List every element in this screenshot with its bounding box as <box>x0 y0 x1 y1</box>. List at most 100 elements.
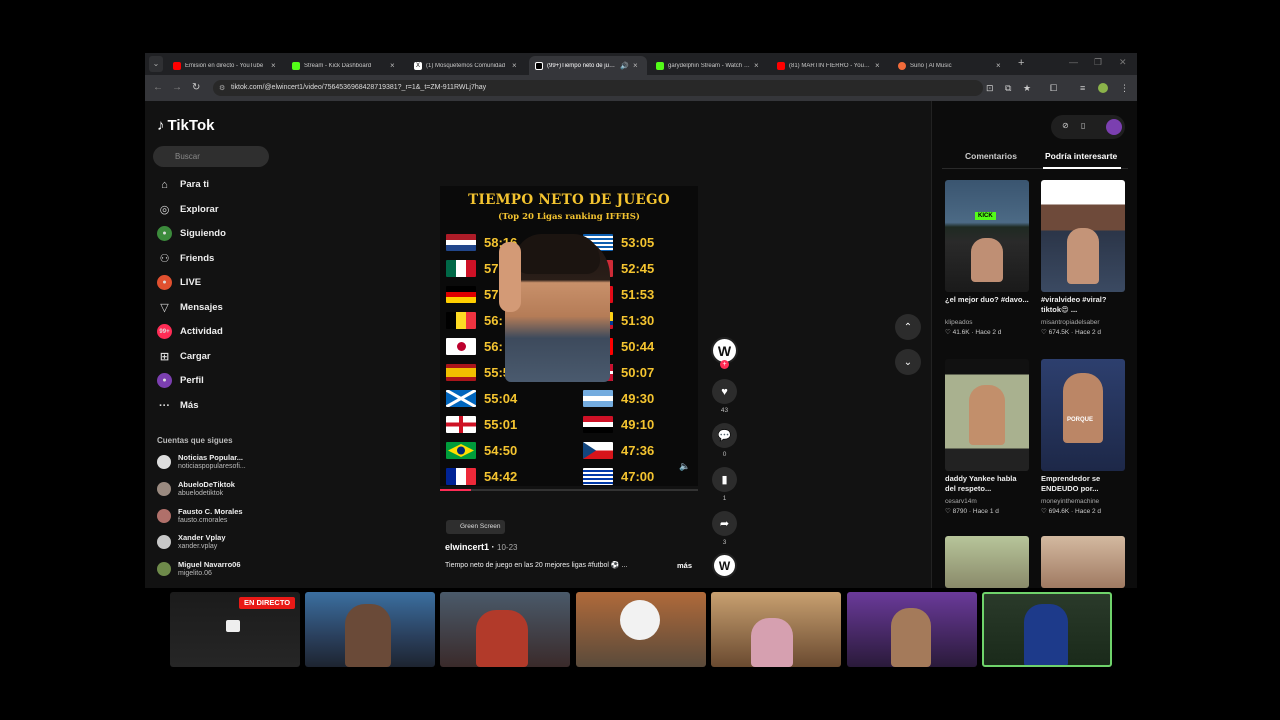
install-app-icon[interactable]: ⊡ <box>986 83 994 94</box>
site-info-icon[interactable]: ⚙ <box>219 84 225 92</box>
tab-suno[interactable]: Suno | AI Music × <box>892 56 1010 75</box>
suggested-video[interactable]: daddy Yankee habla del respeto... cesarv… <box>945 359 1029 515</box>
close-icon[interactable]: × <box>996 61 1004 70</box>
volume-icon[interactable]: 🔈 <box>679 461 690 472</box>
nav-label: Actividad <box>180 326 223 337</box>
tab-search-button[interactable]: ⌄ <box>149 56 163 72</box>
suggested-video[interactable] <box>945 536 1029 588</box>
account-handle: abuelodetiktok <box>178 490 224 497</box>
argentina-flag <box>583 390 613 407</box>
thumb-person <box>971 238 1003 282</box>
suggested-video[interactable]: #viralvideo #viral? tiktok😍 ... misantro… <box>1041 180 1125 336</box>
following-account[interactable]: Xander Vplay xander.vplay <box>157 533 226 551</box>
nav-explorar[interactable]: ◎ Explorar <box>157 202 219 217</box>
webcam-tile-selected[interactable] <box>982 592 1112 667</box>
tab-bar: ⌄ Emisión en directo - YouTube × Stream … <box>145 53 1137 75</box>
next-video-button[interactable]: ⌄ <box>895 349 921 375</box>
translate-icon[interactable]: ⧉ <box>1005 83 1011 94</box>
tab-comentarios[interactable]: Comentarios <box>965 151 1017 161</box>
close-icon[interactable]: × <box>754 61 762 70</box>
tab-kick-watch[interactable]: garydelphin Stream - Watch Live × <box>650 56 768 75</box>
search-input[interactable]: Buscar <box>153 146 269 167</box>
comment-button[interactable]: 💬 <box>712 423 737 448</box>
tab-kick-dashboard[interactable]: Stream - Kick Dashboard × <box>286 56 404 75</box>
webcam-tile[interactable] <box>576 592 706 667</box>
window-close-icon[interactable]: ✕ <box>1119 57 1127 68</box>
video-progress-bar[interactable] <box>440 489 698 491</box>
bookmark-star-icon[interactable]: ★ <box>1023 83 1031 94</box>
nav-para-ti[interactable]: ⌂ Para ti <box>157 177 209 192</box>
webcam-tile[interactable] <box>305 592 435 667</box>
tab-tiktok-active[interactable]: (99+)Tiempo neto de juego 🔊 × <box>529 56 647 75</box>
tab-youtube-martin[interactable]: (81) MARTIN FIERRO - YouTube × <box>771 56 889 75</box>
account-name: Xander Vplay <box>178 533 226 542</box>
new-tab-button[interactable]: + <box>1018 57 1024 69</box>
user-avatar[interactable] <box>1106 119 1122 135</box>
close-icon[interactable]: × <box>633 61 641 70</box>
nav-perfil[interactable]: ● Perfil <box>157 373 204 388</box>
avatar <box>157 482 171 496</box>
suggested-video[interactable]: PORQUE Emprendedor se ENDEUDO por... mon… <box>1041 359 1125 515</box>
following-account[interactable]: Noticias Popular... noticiaspopularesofi.… <box>157 453 246 471</box>
nav-friends[interactable]: ⚇ Friends <box>157 251 215 266</box>
device-icon[interactable]: ▯ <box>1081 121 1085 130</box>
league-row: 56: <box>446 338 503 355</box>
forward-icon[interactable]: → <box>172 82 182 93</box>
media-icon[interactable]: ≡ <box>1080 83 1085 93</box>
net-time: 49:10 <box>621 417 655 432</box>
reload-icon[interactable]: ↻ <box>192 82 200 93</box>
profile-avatar[interactable] <box>1098 83 1108 93</box>
sound-disc[interactable]: W <box>712 553 737 578</box>
like-count: 43 <box>720 407 729 414</box>
league-row: 49:10 <box>583 416 654 433</box>
maximize-icon[interactable]: ❐ <box>1094 57 1102 68</box>
activity-icon: 99+ <box>157 324 172 339</box>
share-button[interactable]: ➦ <box>712 511 737 536</box>
tiktok-logo[interactable]: ♪ TikTok <box>157 117 214 134</box>
net-time: 51:30 <box>621 313 655 328</box>
following-account[interactable]: AbueloDeTiktok abuelodetiktok <box>157 480 235 498</box>
more-button[interactable]: más <box>677 561 692 570</box>
save-button[interactable]: ▮ <box>712 467 737 492</box>
suggested-video[interactable]: KICK ¿el mejor duo? #davo... klipeados ♡… <box>945 180 1029 336</box>
tab-youtube-live[interactable]: Emisión en directo - YouTube × <box>167 56 285 75</box>
webcam-tile[interactable] <box>847 592 977 667</box>
extensions-icon[interactable]: ⧠ <box>1050 83 1057 94</box>
nav-mas[interactable]: ··· Más <box>157 398 198 413</box>
close-icon[interactable]: × <box>875 61 883 70</box>
url-input[interactable]: tiktok.com/@elwincert1/video/75645369684… <box>213 80 983 96</box>
belgium-flag <box>446 312 476 329</box>
net-time: 55:04 <box>484 391 518 406</box>
following-account[interactable]: Fausto C. Morales fausto.cmorales <box>157 507 243 525</box>
video-author[interactable]: elwincert1 · 10-23 <box>445 542 518 552</box>
nav-cargar[interactable]: ⊞ Cargar <box>157 349 211 364</box>
previous-video-button[interactable]: ⌃ <box>895 314 921 340</box>
webcam-tile[interactable] <box>440 592 570 667</box>
tab-podria-interesarte[interactable]: Podría interesarte <box>1045 151 1117 161</box>
like-button[interactable]: ♥ <box>712 379 737 404</box>
video-thumbnail: KICK <box>945 180 1029 292</box>
minimize-icon[interactable]: — <box>1069 57 1078 67</box>
net-time: 54:42 <box>484 469 518 484</box>
video-thumbnail <box>945 536 1029 588</box>
menu-kebab-icon[interactable]: ⋮ <box>1120 83 1129 94</box>
league-row: 55:01 <box>446 416 517 433</box>
nav-siguiendo[interactable]: ● Siguiendo <box>157 226 226 241</box>
close-icon[interactable]: × <box>271 61 279 70</box>
following-account[interactable]: Miguel Navarro06 migelito.06 <box>157 560 241 578</box>
close-icon[interactable]: × <box>512 61 520 70</box>
card-user: cesarv14m <box>945 498 977 505</box>
close-icon[interactable]: × <box>390 61 398 70</box>
video-player[interactable]: TIEMPO NETO DE JUEGO (Top 20 Ligas ranki… <box>440 186 698 486</box>
nav-mensajes[interactable]: ▽ Mensajes <box>157 300 223 315</box>
effect-tag[interactable]: Green Screen <box>446 520 506 534</box>
nav-actividad[interactable]: 99+ Actividad <box>157 324 223 339</box>
suggested-video[interactable] <box>1041 536 1125 588</box>
tab-x-community[interactable]: X (1) Mosquetemos Comunidad × <box>408 56 526 75</box>
webcam-tile[interactable] <box>711 592 841 667</box>
settings-icon[interactable]: ⊘ <box>1062 121 1069 130</box>
follow-plus-icon[interactable]: + <box>720 360 729 369</box>
nav-live[interactable]: ● LIVE <box>157 275 201 290</box>
back-icon[interactable]: ← <box>153 82 163 93</box>
germany-flag <box>446 286 476 303</box>
